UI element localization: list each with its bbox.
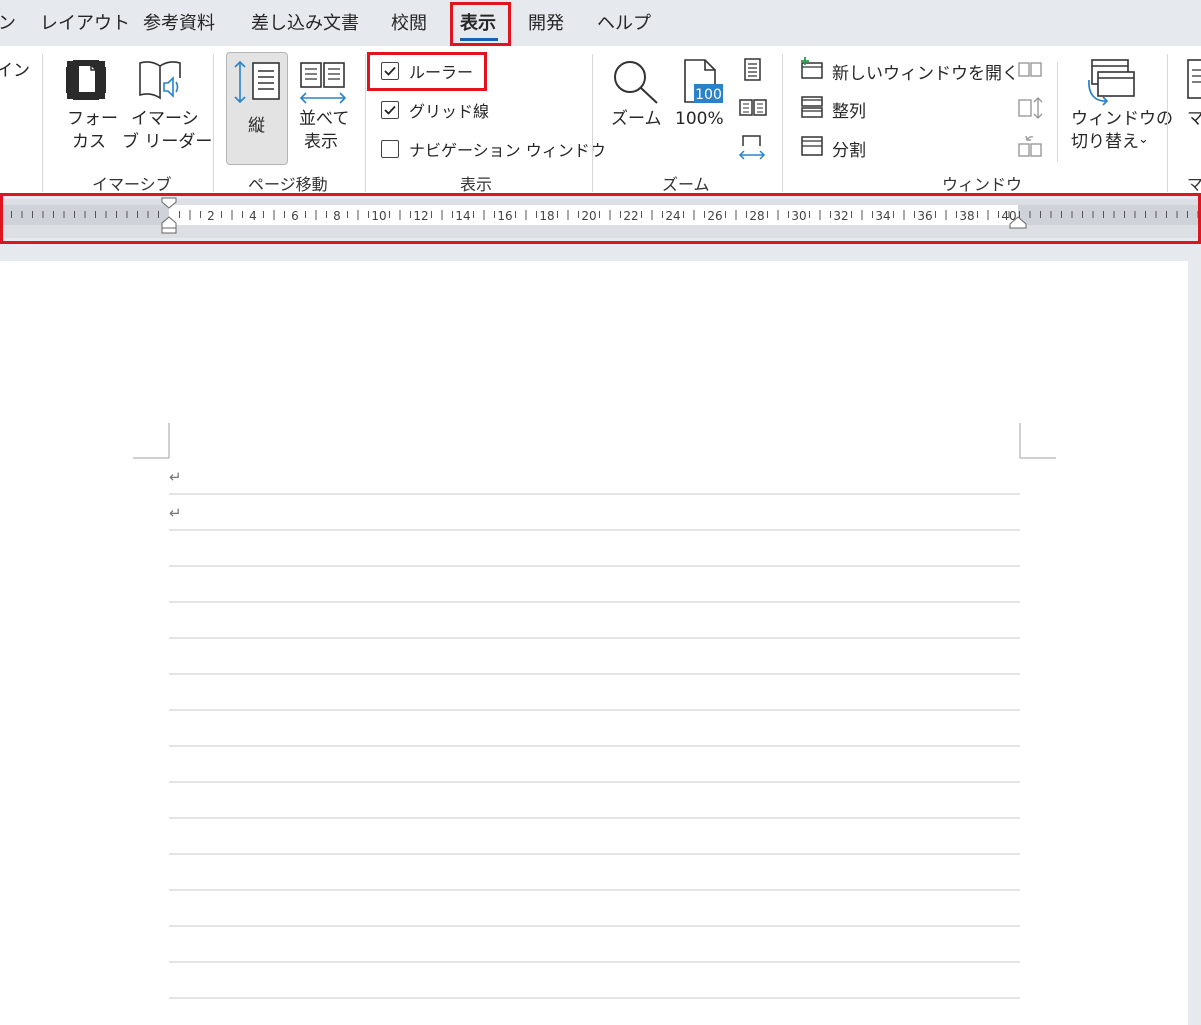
ruler-number: 10	[371, 209, 386, 223]
navigation-pane-checkbox-row[interactable]: ナビゲーション ウィンドウ	[381, 136, 606, 162]
group-separator	[42, 54, 43, 192]
zoom-100-label[interactable]: 100%	[675, 108, 724, 131]
one-page-icon[interactable]	[742, 58, 764, 86]
arrange-all-label: 整列	[832, 101, 866, 122]
vertical-button-label: 縦	[248, 116, 265, 136]
group-separator	[782, 54, 783, 192]
ruler-number: 20	[581, 209, 596, 223]
synchronous-scrolling-icon[interactable]	[1017, 96, 1045, 124]
ruler-number: 8	[333, 209, 341, 223]
new-window-button[interactable]: 新しいウィンドウを開く	[800, 56, 1019, 86]
tab-review[interactable]: 校閲	[391, 8, 427, 40]
ribbon-partial-left-label: イン	[0, 61, 30, 81]
macros-label-partial[interactable]: マ	[1187, 108, 1201, 131]
focus-icon[interactable]	[64, 58, 108, 106]
horizontal-ruler[interactable]: 2 4 6 8 10 12 14 16 18 20 22 24 26 28 30 32 34 36 38 40	[0, 193, 1201, 244]
switch-windows-label-1[interactable]: ウィンドウの	[1071, 108, 1173, 131]
active-tab-indicator	[460, 38, 498, 41]
switch-windows-label-2[interactable]: 切り替え	[1071, 131, 1139, 154]
zoom-magnifier-icon[interactable]	[611, 58, 659, 108]
chevron-down-icon[interactable]: ⌄	[1138, 132, 1149, 147]
ruler-number: 30	[791, 209, 806, 223]
group-label-show: 表示	[460, 175, 493, 194]
new-window-label: 新しいウィンドウを開く	[832, 63, 1019, 84]
left-indent-marker	[161, 227, 177, 234]
ruler-number: 14	[455, 209, 470, 223]
tab-references[interactable]: 参考資料	[143, 8, 215, 40]
page-margin-corner-marks	[168, 423, 1021, 458]
group-label-window: ウィンドウ	[942, 175, 1023, 194]
ruler-number: 16	[497, 209, 512, 223]
ruler-number: 6	[291, 209, 299, 223]
tab-help[interactable]: ヘルプ	[597, 8, 651, 40]
group-label-zoom: ズーム	[662, 175, 710, 194]
zoom-button-label[interactable]: ズーム	[611, 108, 662, 131]
navigation-pane-checkbox[interactable]	[381, 140, 399, 158]
split-label: 分割	[832, 140, 866, 161]
page-width-icon[interactable]	[738, 134, 766, 166]
side-by-side-label-2[interactable]: 表示	[304, 131, 338, 154]
tab-mailings[interactable]: 差し込み文書	[251, 8, 359, 40]
tab-layout[interactable]: レイアウト	[40, 8, 130, 40]
group-label-macros-partial: マ	[1187, 175, 1201, 194]
ruler-number: 18	[539, 209, 554, 223]
grid-lines	[169, 493, 1020, 999]
vertical-page-icon	[233, 59, 283, 109]
group-separator	[365, 54, 366, 192]
group-label-page-movement: ページ移動	[248, 175, 328, 194]
ruler-number: 22	[623, 209, 638, 223]
split-button[interactable]: 分割	[800, 135, 866, 161]
macros-icon[interactable]	[1186, 58, 1201, 106]
focus-button-label-2[interactable]: カス	[72, 131, 106, 154]
zoom-100-icon-number: 100	[695, 87, 722, 103]
group-separator	[592, 54, 593, 192]
menu-tab-bar: ン レイアウト 参考資料 差し込み文書 校閲 表示 開発 ヘルプ	[0, 0, 1201, 46]
new-window-icon	[800, 56, 824, 86]
group-label-immersive: イマーシブ	[92, 175, 172, 194]
immersive-reader-label-1[interactable]: イマーシ	[131, 108, 199, 131]
ruler-checkbox-row[interactable]: ルーラー	[381, 58, 473, 84]
paragraph-mark: ↵	[169, 468, 182, 486]
ruler-number: 24	[665, 209, 680, 223]
gridlines-checkbox-label: グリッド線	[409, 102, 490, 121]
side-by-side-label-1[interactable]: 並べて	[299, 108, 349, 131]
multiple-pages-icon[interactable]	[739, 98, 767, 122]
ruler-number: 34	[875, 209, 890, 223]
ruler-number: 2	[207, 209, 215, 223]
ruler-number: 28	[749, 209, 764, 223]
side-by-side-icon[interactable]	[298, 60, 348, 110]
gridlines-checkbox[interactable]	[381, 101, 399, 119]
paragraph-mark: ↵	[169, 504, 182, 522]
navigation-pane-checkbox-label: ナビゲーション ウィンドウ	[409, 141, 606, 160]
split-icon	[800, 134, 824, 163]
ruler-number: 12	[413, 209, 428, 223]
arrange-all-icon	[800, 95, 824, 124]
immersive-reader-label-2[interactable]: ブ リーダー	[122, 131, 212, 154]
view-side-by-side-small-icon[interactable]	[1017, 60, 1043, 84]
group-separator	[213, 54, 214, 192]
tab-developer[interactable]: 開発	[528, 8, 564, 40]
group-separator	[1167, 54, 1168, 192]
reset-window-position-icon[interactable]	[1017, 134, 1043, 162]
zoom-100-icon[interactable]: 100	[681, 58, 723, 108]
ribbon: イン フォー カス イマーシ ブ リーダー イマーシブ 縦 並べて 表示 ページ…	[0, 46, 1201, 194]
document-page[interactable]: ↵ ↵	[0, 261, 1188, 1025]
gridlines-checkbox-row[interactable]: グリッド線	[381, 97, 489, 123]
document-workspace: ↵ ↵	[0, 244, 1201, 1025]
vertical-button[interactable]: 縦	[226, 52, 288, 165]
ruler-number: 36	[917, 209, 932, 223]
ruler-number: 32	[833, 209, 848, 223]
focus-button-label-1[interactable]: フォー	[67, 108, 118, 131]
ruler-number: 38	[959, 209, 974, 223]
immersive-reader-icon[interactable]	[137, 58, 185, 106]
arrange-all-button[interactable]: 整列	[800, 95, 866, 124]
tab-view[interactable]: 表示	[460, 8, 496, 40]
switch-windows-icon[interactable]	[1085, 58, 1135, 110]
tab-design-partial[interactable]: ン	[0, 8, 16, 40]
ruler-number: 26	[707, 209, 722, 223]
ruler-checkbox-label: ルーラー	[409, 63, 474, 82]
ruler-number: 4	[249, 209, 257, 223]
ruler-checkbox[interactable]	[381, 62, 399, 80]
group-separator	[1057, 62, 1058, 162]
